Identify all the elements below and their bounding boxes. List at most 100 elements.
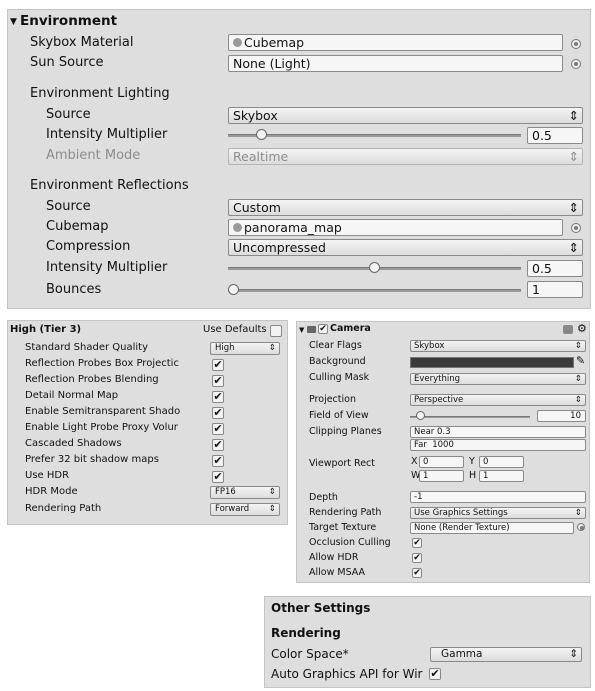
eyedropper-icon[interactable]: ✎ <box>576 354 585 367</box>
environment-panel: ▼ Environment Skybox Material Cubemap Su… <box>7 9 591 309</box>
fov-slider-thumb[interactable] <box>415 411 425 420</box>
lighting-intensity-slider-thumb[interactable] <box>256 129 268 140</box>
viewport-y-label: Y <box>469 456 475 467</box>
light-probe-proxy-checkbox[interactable]: ✔ <box>212 423 224 435</box>
far-label: Far <box>414 440 427 450</box>
updown-arrow-icon: ⇕ <box>268 504 276 514</box>
viewport-x-label: X <box>411 456 418 467</box>
camera-rendering-path-value: Use Graphics Settings <box>414 508 508 518</box>
ambient-mode-label: Ambient Mode <box>46 148 141 163</box>
object-picker-icon[interactable] <box>577 523 585 531</box>
color-space-label: Color Space* <box>271 647 349 661</box>
cascaded-shadows-checkbox[interactable]: ✔ <box>212 439 224 451</box>
compression-value: Uncompressed <box>233 240 326 255</box>
color-space-dropdown[interactable]: Gamma ⇕ <box>430 647 582 662</box>
cubemap-field[interactable]: panorama_map <box>228 219 563 236</box>
lighting-intensity-value[interactable]: 0.5 <box>527 127 583 144</box>
cubemap-icon <box>233 223 242 232</box>
reflections-source-dropdown[interactable]: Custom ⇕ <box>228 199 583 216</box>
background-label: Background <box>309 356 366 367</box>
skybox-material-field[interactable]: Cubemap <box>228 34 563 51</box>
camera-icon <box>307 326 316 333</box>
semitransparent-shadows-checkbox[interactable]: ✔ <box>212 407 224 419</box>
viewport-h-label: H <box>469 470 477 481</box>
quality-row-label: Reflection Probes Blending <box>25 374 159 385</box>
occlusion-culling-label: Occlusion Culling <box>309 537 391 548</box>
lighting-source-dropdown[interactable]: Skybox ⇕ <box>228 107 583 124</box>
reflections-intensity-slider-thumb[interactable] <box>369 262 380 273</box>
quality-row-label: Prefer 32 bit shadow maps <box>25 454 159 465</box>
use-defaults-checkbox[interactable] <box>270 325 282 337</box>
skybox-material-value: Cubemap <box>244 35 305 50</box>
target-texture-field[interactable]: None (Render Texture) <box>410 522 574 534</box>
viewport-y-field[interactable]: 0 <box>479 456 524 468</box>
lighting-source-label: Source <box>46 107 91 122</box>
compression-dropdown[interactable]: Uncompressed ⇕ <box>228 239 583 256</box>
other-settings-panel: Other Settings Rendering Color Space* Ga… <box>264 596 591 688</box>
far-field[interactable]: Far 1000 <box>410 439 586 451</box>
quality-row-label: Rendering Path <box>25 503 102 514</box>
viewport-w-field[interactable]: 1 <box>419 470 464 482</box>
detail-normal-map-checkbox[interactable]: ✔ <box>212 391 224 403</box>
material-icon <box>233 38 242 47</box>
bounces-slider-track[interactable] <box>228 289 521 292</box>
lighting-intensity-slider-track[interactable] <box>228 134 521 137</box>
cubemap-label: Cubemap <box>46 219 109 234</box>
updown-arrow-icon: ⇕ <box>268 343 276 353</box>
updown-arrow-icon: ⇕ <box>568 200 579 215</box>
allow-msaa-label: Allow MSAA <box>309 567 366 578</box>
updown-arrow-icon: ⇕ <box>574 395 582 405</box>
viewport-h-field[interactable]: 1 <box>479 470 524 482</box>
help-icon[interactable] <box>563 325 573 334</box>
rendering-path-dropdown[interactable]: Forward ⇕ <box>210 503 280 516</box>
fov-slider-track[interactable] <box>410 416 530 418</box>
near-field[interactable]: Near 0.3 <box>410 426 586 438</box>
rendering-path-value: Forward <box>215 504 250 514</box>
viewport-x-field[interactable]: 0 <box>419 456 464 468</box>
object-picker-icon[interactable] <box>571 59 581 69</box>
prefer-32bit-shadow-checkbox[interactable]: ✔ <box>212 455 224 467</box>
bounces-value[interactable]: 1 <box>527 281 583 298</box>
tier-settings-panel: High (Tier 3) Use Defaults Standard Shad… <box>7 320 288 525</box>
hdr-mode-dropdown[interactable]: FP16 ⇕ <box>210 486 280 499</box>
auto-graphics-api-label: Auto Graphics API for Wir <box>271 667 423 681</box>
fov-value[interactable]: 10 <box>537 410 586 422</box>
tier-header: High (Tier 3) <box>10 324 82 335</box>
sun-source-field[interactable]: None (Light) <box>228 55 563 72</box>
clear-flags-label: Clear Flags <box>309 340 362 351</box>
quality-row-label: Enable Semitransparent Shado <box>25 406 181 417</box>
box-projection-checkbox[interactable]: ✔ <box>212 359 224 371</box>
foldout-icon[interactable]: ▼ <box>299 326 304 334</box>
allow-hdr-checkbox[interactable]: ✔ <box>412 553 422 563</box>
allow-msaa-checkbox[interactable]: ✔ <box>412 568 422 578</box>
gear-icon[interactable]: ⚙ <box>577 322 587 335</box>
object-picker-icon[interactable] <box>571 223 581 233</box>
auto-graphics-api-checkbox[interactable]: ✔ <box>429 668 441 680</box>
clear-flags-dropdown[interactable]: Skybox ⇕ <box>410 340 586 352</box>
camera-title: Camera <box>330 323 371 334</box>
background-color-swatch[interactable] <box>410 357 574 368</box>
rendering-header: Rendering <box>271 626 341 640</box>
camera-panel: ▼ ✔ Camera ⚙ Clear Flags Skybox ⇕ Backgro… <box>296 321 590 583</box>
occlusion-culling-checkbox[interactable]: ✔ <box>412 538 422 548</box>
quality-row-label: Cascaded Shadows <box>25 438 122 449</box>
updown-arrow-icon: ⇕ <box>568 240 579 255</box>
camera-rendering-path-dropdown[interactable]: Use Graphics Settings ⇕ <box>410 507 586 519</box>
reflections-source-label: Source <box>46 199 91 214</box>
culling-mask-dropdown[interactable]: Everything ⇕ <box>410 373 586 385</box>
reflections-intensity-value[interactable]: 0.5 <box>527 260 583 277</box>
hdr-mode-value: FP16 <box>215 487 236 497</box>
quality-row-label: Reflection Probes Box Projectic <box>25 358 179 369</box>
probes-blending-checkbox[interactable]: ✔ <box>212 375 224 387</box>
shader-quality-dropdown[interactable]: High ⇕ <box>210 342 280 355</box>
clear-flags-value: Skybox <box>414 341 445 351</box>
bounces-slider-thumb[interactable] <box>228 284 239 295</box>
foldout-icon[interactable]: ▼ <box>10 17 17 27</box>
depth-field[interactable]: -1 <box>410 491 586 503</box>
sun-source-label: Sun Source <box>30 55 104 70</box>
projection-dropdown[interactable]: Perspective ⇕ <box>410 394 586 406</box>
object-picker-icon[interactable] <box>571 39 581 49</box>
camera-enabled-checkbox[interactable]: ✔ <box>318 324 328 334</box>
use-hdr-checkbox[interactable]: ✔ <box>212 471 224 483</box>
cubemap-value: panorama_map <box>244 220 342 235</box>
